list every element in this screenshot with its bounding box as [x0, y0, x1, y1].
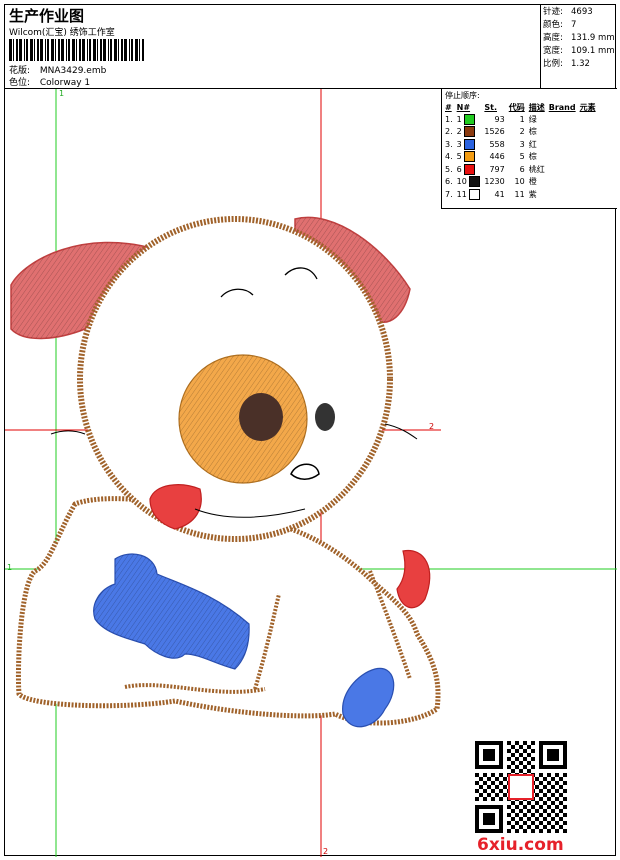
row-code: 6: [519, 164, 525, 174]
company-name: Wilcom(汇宝) 绣饰工作室: [9, 28, 115, 38]
row-desc: 绿: [528, 114, 537, 124]
stat-scale: 比例: 1.32: [543, 59, 590, 69]
stop-sequence-title: 停止顺序:: [445, 91, 480, 100]
stat-colors: 颜色: 7: [543, 20, 577, 30]
stat-stitches: 针迹: 4693: [543, 7, 593, 17]
row-needle: 6: [455, 163, 483, 176]
watermark-text: 6xiu.com: [477, 835, 564, 855]
row-code: 5: [519, 152, 525, 162]
row-needle: 3: [455, 138, 483, 151]
header-info: 生产作业图 Wilcom(汇宝) 绣饰工作室 花版: MNA3429.emb 色…: [5, 5, 541, 89]
row-code: 3: [519, 139, 525, 149]
table-row: 7. 11 41 11 紫: [443, 188, 598, 201]
row-stitches: 41: [494, 189, 505, 199]
color-swatch: [469, 188, 481, 200]
row-needle: 5: [455, 151, 483, 164]
color-swatch: [464, 138, 476, 150]
row-needle: 10: [455, 176, 483, 189]
color-swatch: [464, 151, 476, 163]
row-brand: [547, 163, 578, 176]
col-desc: 描述: [528, 102, 545, 112]
col-needle: N#: [456, 102, 471, 112]
row-needle: 2: [455, 126, 483, 139]
table-row: 6. 10 1230 10 橙: [443, 176, 598, 189]
table-row: 2. 2 1526 2 棕: [443, 126, 598, 139]
stat-width: 宽度: 109.1 mm: [543, 46, 615, 56]
row-desc: 红: [528, 139, 537, 149]
row-index: 4.: [445, 152, 453, 162]
row-stitches: 1230: [484, 177, 505, 187]
col-stitches: St.: [484, 102, 497, 112]
color-swatch: [464, 163, 476, 175]
colorway-value: Colorway 1: [39, 78, 91, 88]
row-brand: [547, 113, 578, 126]
row-stitches: 446: [489, 152, 505, 162]
row-code: 10: [514, 177, 525, 187]
row-stitches: 93: [494, 114, 505, 124]
row-brand: [547, 176, 578, 189]
row-code: 2: [519, 127, 525, 137]
tail: [396, 550, 431, 609]
stat-height: 高度: 131.9 mm: [543, 33, 615, 43]
table-row: 5. 6 797 6 桃红: [443, 163, 598, 176]
row-index: 7.: [445, 189, 453, 199]
row-brand: [547, 138, 578, 151]
row-stitches: 558: [489, 139, 505, 149]
barcode: [9, 39, 144, 61]
color-swatch: [464, 126, 476, 138]
row-code: 1: [519, 114, 525, 124]
row-desc: 橙: [528, 177, 537, 187]
row-index: 1.: [445, 114, 453, 124]
row-element: [578, 138, 598, 151]
row-element: [578, 151, 598, 164]
row-desc: 紫: [528, 189, 537, 199]
row-element: [578, 163, 598, 176]
row-brand: [547, 126, 578, 139]
axis-label-v1: 1: [59, 89, 65, 98]
row-element: [578, 188, 598, 201]
nose: [239, 393, 283, 441]
row-element: [578, 176, 598, 189]
col-index: #: [445, 102, 452, 112]
axis-label-v2: 2: [323, 847, 329, 856]
qr-code: [475, 741, 567, 833]
axis-label-h1: 1: [7, 563, 13, 572]
row-needle: 1: [455, 113, 483, 126]
col-brand: Brand: [548, 102, 576, 112]
color-swatch: [464, 113, 476, 125]
row-stitches: 797: [489, 164, 505, 174]
color-swatch: [469, 176, 481, 188]
table-row: 4. 5 446 5 棕: [443, 151, 598, 164]
row-element: [578, 113, 598, 126]
nostril-mark: [315, 403, 335, 431]
table-row: 3. 3 558 3 红: [443, 138, 598, 151]
row-brand: [547, 188, 578, 201]
row-element: [578, 126, 598, 139]
row-index: 3.: [445, 139, 453, 149]
page-title: 生产作业图: [9, 7, 85, 25]
production-sheet: 生产作业图 Wilcom(汇宝) 绣饰工作室 花版: MNA3429.emb 色…: [4, 4, 617, 857]
row-index: 5.: [445, 164, 453, 174]
colorway-label: 色位:: [9, 78, 31, 88]
row-stitches: 1526: [484, 127, 505, 137]
row-index: 2.: [445, 127, 453, 137]
row-desc: 棕: [528, 152, 537, 162]
colorway-row: 色位: Colorway 1: [9, 75, 90, 88]
col-element: 元素: [579, 102, 596, 112]
col-code: 代码: [508, 102, 525, 112]
stop-sequence-table: # N# St. 代码 描述 Brand 元素 1. 1 93 1 绿 2. 2 1526…: [443, 101, 598, 201]
row-desc: 桃红: [528, 164, 545, 174]
stop-sequence-panel: 停止顺序: # N# St. 代码 描述 Brand 元素 1. 1 93 1 绿 2.…: [441, 89, 617, 209]
axis-label-h2: 2: [429, 422, 435, 431]
row-needle: 11: [455, 188, 483, 201]
row-brand: [547, 151, 578, 164]
table-row: 1. 1 93 1 绿: [443, 113, 598, 126]
design-stats: 针迹: 4693 颜色: 7 高度: 131.9 mm 宽度: 109.1 mm 比例:…: [541, 5, 617, 89]
row-index: 6.: [445, 177, 453, 187]
row-code: 11: [514, 189, 525, 199]
row-desc: 棕: [528, 127, 537, 137]
